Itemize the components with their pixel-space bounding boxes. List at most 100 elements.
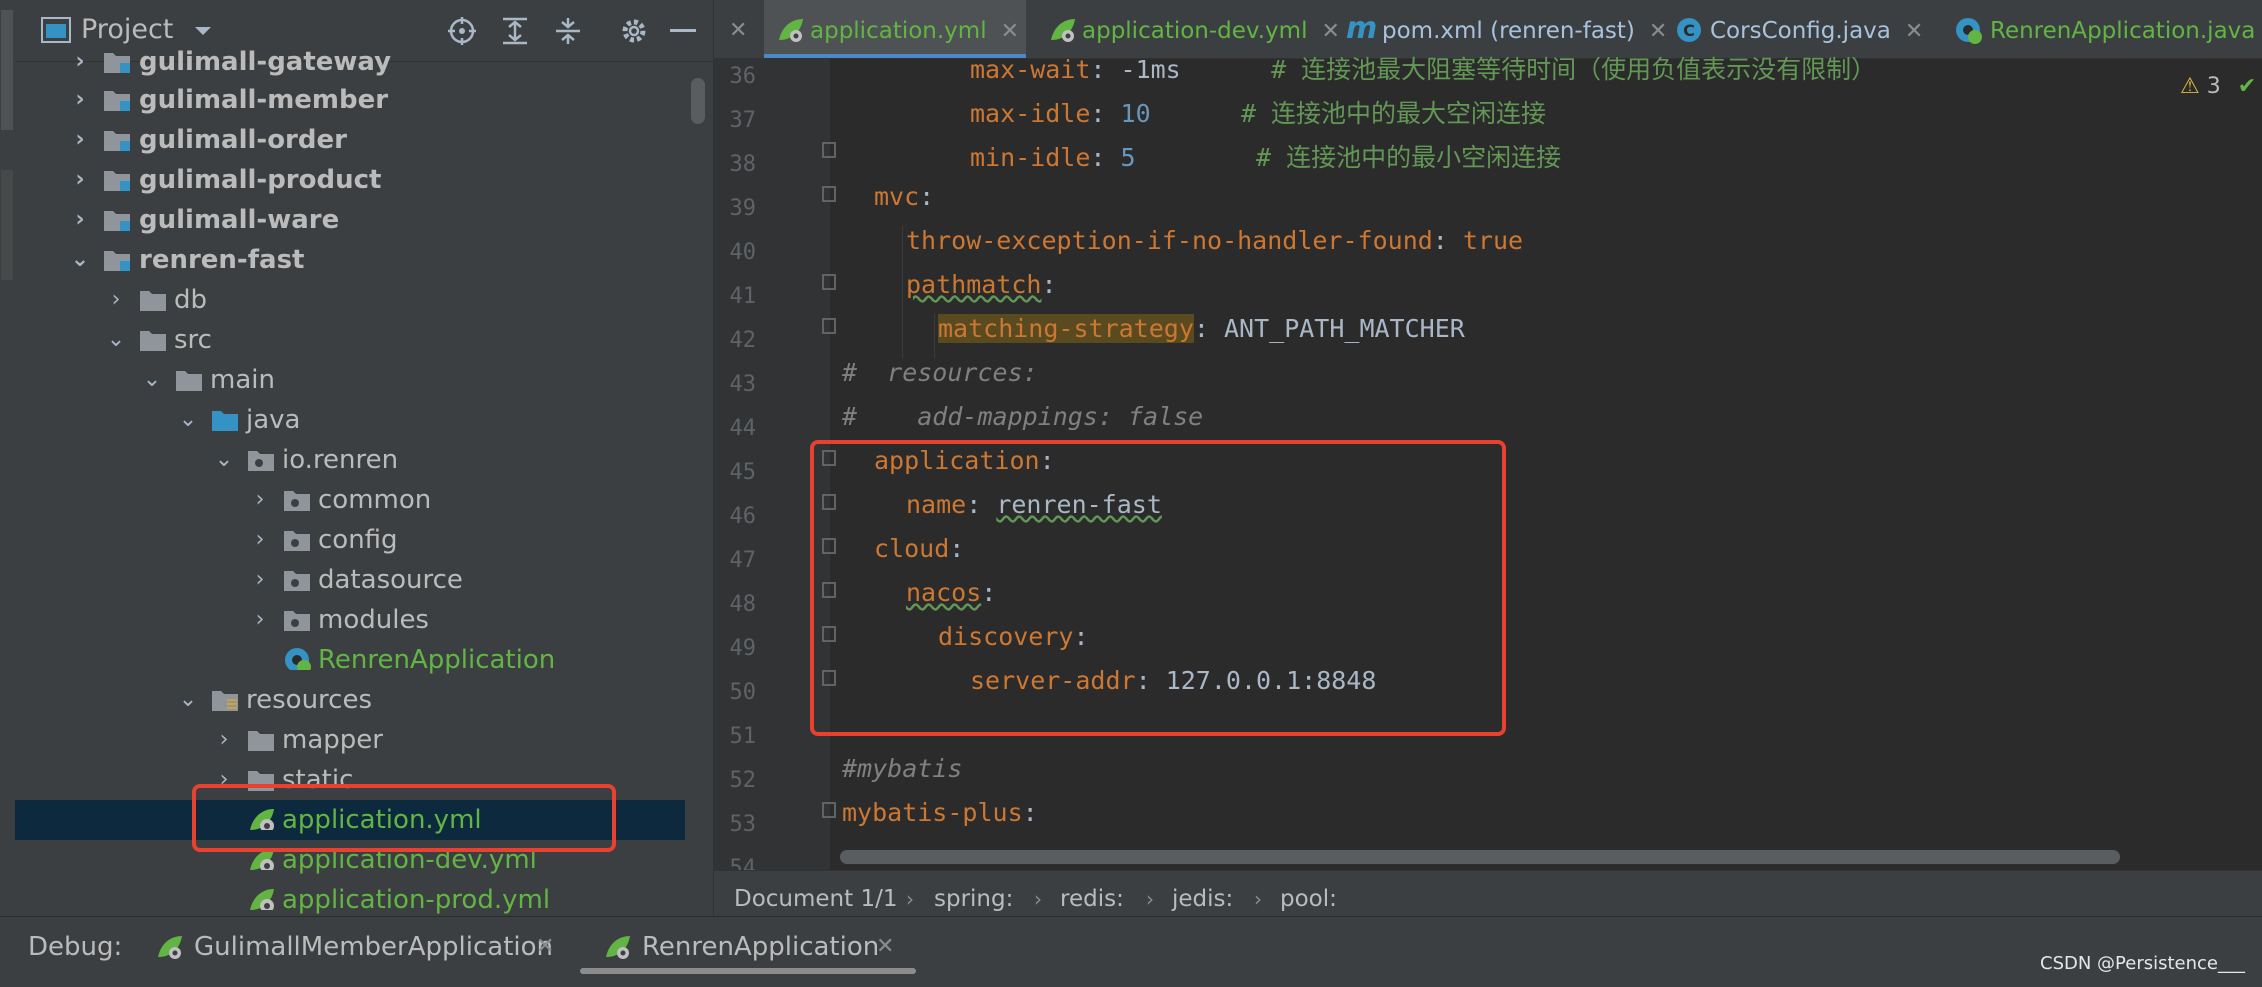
tree-item-label: datasource <box>318 565 463 595</box>
package-icon <box>248 451 274 471</box>
line-number: 38 <box>729 152 757 177</box>
tree-item-application-prod-yml[interactable]: application-prod.yml <box>15 880 685 916</box>
tree-item-io-renren[interactable]: ⌄ io.renren <box>15 440 685 480</box>
folder-icon <box>140 291 166 311</box>
line-number: 42 <box>729 328 757 353</box>
left-tool-strip <box>0 0 16 916</box>
module-folder-icon <box>104 211 130 231</box>
chevron-right-icon[interactable]: › <box>250 480 270 520</box>
chevron-down-icon[interactable]: ⌄ <box>142 360 162 400</box>
tree-item-gulimall-ware[interactable]: › gulimall-ware <box>15 200 685 240</box>
chevron-right-icon[interactable]: › <box>250 600 270 640</box>
tree-item-gulimall-order[interactable]: › gulimall-order <box>15 120 685 160</box>
code-line-42[interactable]: matching-strategy: ANT_PATH_MATCHER <box>938 314 1465 343</box>
tree-item-datasource[interactable]: › datasource <box>15 560 685 600</box>
tree-item-mapper[interactable]: › mapper <box>15 720 685 760</box>
chevron-down-icon[interactable]: ⌄ <box>70 240 90 280</box>
spring-yml-icon <box>1051 19 1075 42</box>
tree-item-common[interactable]: › common <box>15 480 685 520</box>
tab-label: RenrenApplication.java <box>1990 18 2256 44</box>
tree-item-renren-fast[interactable]: ⌄ renren-fast <box>15 240 685 280</box>
line-number: 53 <box>729 812 757 837</box>
line-number: 39 <box>729 196 757 221</box>
tree-item-gulimall-product[interactable]: › gulimall-product <box>15 160 685 200</box>
tree-item-label: gulimall-member <box>139 85 389 115</box>
chevron-right-icon[interactable]: › <box>70 120 90 160</box>
tree-item-config[interactable]: › config <box>15 520 685 560</box>
commit-tool-tab[interactable] <box>1 170 13 280</box>
debug-tool-window-bar: Debug: GulimallMemberApplication ✕ Renre… <box>0 916 2262 987</box>
editor-horizontal-scrollbar[interactable] <box>840 850 2120 864</box>
line-number: 41 <box>729 284 757 309</box>
code-line-38[interactable]: min-idle: 5 # 连接池中的最小空闲连接 <box>970 138 1561 174</box>
code-line-52[interactable]: #mybatis <box>842 754 962 783</box>
tree-item-renren-application[interactable]: RenrenApplication <box>15 640 685 680</box>
chevron-right-icon[interactable]: › <box>250 560 270 600</box>
inspection-widget[interactable]: ⚠ 3 ✔ <box>2180 72 2256 102</box>
chevron-right-icon[interactable]: › <box>250 520 270 560</box>
close-icon[interactable]: ✕ <box>1001 19 1019 44</box>
spring-boot-run-icon <box>158 936 182 959</box>
debug-session-label: GulimallMemberApplication <box>194 932 553 962</box>
tree-item-label: java <box>246 405 301 435</box>
tree-item-resources[interactable]: ⌄ resources <box>15 680 685 720</box>
line-number: 47 <box>729 548 757 573</box>
fold-marker-icon[interactable] <box>822 318 836 334</box>
chevron-right-icon[interactable]: › <box>214 720 234 760</box>
tree-item-label: renren-fast <box>139 245 305 275</box>
code-line-44[interactable]: # add-mappings: false <box>842 402 1203 431</box>
project-scrollbar[interactable] <box>691 78 705 124</box>
warning-icon: ⚠ <box>2180 74 2200 99</box>
java-class-icon: C <box>1677 18 1701 42</box>
code-line-36[interactable]: max-wait: -1ms # 连接池最大阻塞等待时间（使用负值表示没有限制） <box>970 50 1876 86</box>
tree-item-db[interactable]: › db <box>15 280 685 320</box>
tree-item-java[interactable]: ⌄ java <box>15 400 685 440</box>
tree-item-gulimall-member[interactable]: › gulimall-member <box>15 80 685 120</box>
line-number: 40 <box>729 240 757 265</box>
tab-renren-application-java[interactable]: RenrenApplication.java <box>1944 0 2262 58</box>
chevron-right-icon[interactable]: › <box>70 160 90 200</box>
project-tool-tab[interactable] <box>1 10 13 130</box>
chevron-down-icon[interactable]: ⌄ <box>214 440 234 480</box>
code-line-53[interactable]: mybatis-plus: <box>842 798 1038 827</box>
spring-yml-icon <box>779 19 803 42</box>
fold-marker-icon[interactable] <box>822 142 836 158</box>
chevron-right-icon[interactable]: › <box>70 42 90 82</box>
project-panel: Project › gulimall-gateway › gulimall-me… <box>15 0 714 916</box>
chevron-right-icon[interactable]: › <box>70 80 90 120</box>
line-number: 45 <box>729 460 757 485</box>
tree-item-label: config <box>318 525 398 555</box>
code-line-41[interactable]: pathmatch: <box>906 270 1057 299</box>
fold-marker-icon[interactable] <box>822 274 836 290</box>
tree-item-label: gulimall-product <box>139 165 382 195</box>
indent-guide <box>934 314 935 358</box>
close-icon[interactable]: ✕ <box>1905 19 1923 44</box>
code-line-37[interactable]: max-idle: 10 # 连接池中的最大空闲连接 <box>970 94 1546 130</box>
fold-marker-icon[interactable] <box>822 802 836 818</box>
close-icon[interactable]: ✕ <box>729 0 747 58</box>
tree-item-label: RenrenApplication <box>318 645 556 675</box>
folder-icon <box>140 331 166 351</box>
chevron-right-icon[interactable]: › <box>70 200 90 240</box>
close-icon[interactable]: ✕ <box>536 917 554 977</box>
watermark: CSDN @Persistence___ <box>2040 953 2245 974</box>
chevron-down-icon[interactable]: ⌄ <box>178 680 198 720</box>
tree-item-label: io.renren <box>282 445 399 475</box>
tree-item-modules[interactable]: › modules <box>15 600 685 640</box>
project-window-icon <box>41 17 71 43</box>
code-line-39[interactable]: mvc: <box>874 182 934 211</box>
chevron-down-icon[interactable]: ⌄ <box>178 400 198 440</box>
resources-folder-icon <box>212 691 238 711</box>
hide-panel-icon[interactable] <box>670 29 696 33</box>
tree-item-gulimall-gateway[interactable]: › gulimall-gateway <box>15 42 685 82</box>
spring-boot-class-icon <box>285 648 311 670</box>
chevron-down-icon[interactable] <box>193 25 213 37</box>
code-line-43[interactable]: # resources: <box>842 358 1038 387</box>
spring-yml-icon <box>250 889 274 910</box>
chevron-right-icon[interactable]: › <box>106 280 126 320</box>
fold-marker-icon[interactable] <box>822 186 836 202</box>
tree-item-src[interactable]: ⌄ src <box>15 320 685 360</box>
tree-item-main[interactable]: ⌄ main <box>15 360 685 400</box>
code-line-40[interactable]: throw-exception-if-no-handler-found: tru… <box>906 226 1523 255</box>
chevron-down-icon[interactable]: ⌄ <box>106 320 126 360</box>
